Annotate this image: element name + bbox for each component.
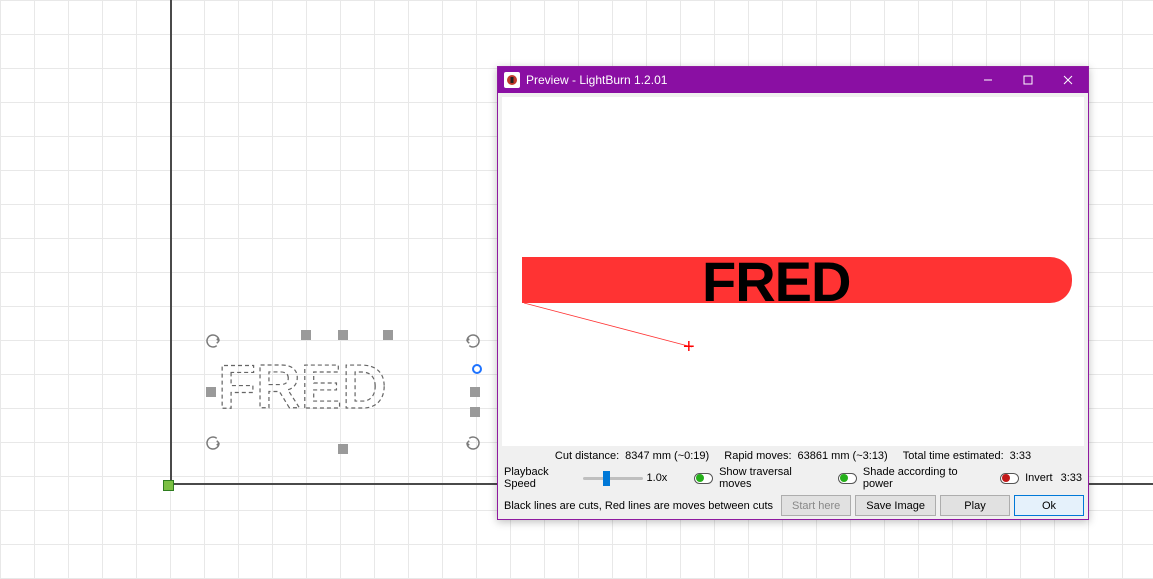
rotate-handle-tl-icon[interactable]: [204, 332, 222, 350]
hint-text: Black lines are cuts, Red lines are move…: [502, 500, 777, 512]
stats-row: Cut distance: 8347 mm (~0:19) Rapid move…: [498, 448, 1088, 464]
resize-handle-top[interactable]: [338, 330, 348, 340]
preview-window: Preview - LightBurn 1.2.01 FRED + Cut di…: [497, 66, 1089, 520]
window-title: Preview - LightBurn 1.2.01: [526, 73, 968, 87]
rotate-handle-br-icon[interactable]: [464, 434, 482, 452]
resize-handle-top2[interactable]: [301, 330, 311, 340]
origin-cross-icon: +: [683, 337, 695, 357]
preview-viewport[interactable]: FRED +: [502, 97, 1084, 446]
button-bar: Black lines are cuts, Red lines are move…: [498, 492, 1088, 519]
minimize-button[interactable]: [968, 67, 1008, 93]
playback-speed-value: 1.0x: [647, 472, 668, 484]
resize-handle-bottom[interactable]: [338, 444, 348, 454]
toggle-shade-label: Shade according to power: [863, 466, 983, 490]
total-time-value: 3:33: [1010, 450, 1031, 462]
rapid-moves-value: 63861 mm (~3:13): [798, 450, 888, 462]
selected-text-outline: FRED: [218, 350, 468, 430]
resize-handle-left[interactable]: [206, 387, 216, 397]
time-readout: 3:33: [1061, 472, 1082, 484]
selected-object[interactable]: FRED: [218, 342, 468, 442]
text-cursor-anchor[interactable]: [472, 364, 482, 374]
close-button[interactable]: [1048, 67, 1088, 93]
toggle-invert[interactable]: [1000, 473, 1019, 484]
controls-row: Playback Speed 1.0x Show traversal moves…: [498, 464, 1088, 492]
ok-button[interactable]: Ok: [1014, 495, 1084, 516]
toggle-traversal-label: Show traversal moves: [719, 466, 820, 490]
start-here-button[interactable]: Start here: [781, 495, 851, 516]
total-time-label: Total time estimated:: [903, 450, 1004, 462]
ruler-vertical: [170, 0, 172, 485]
toggle-shade[interactable]: [838, 473, 857, 484]
cut-distance-value: 8347 mm (~0:19): [625, 450, 709, 462]
play-button[interactable]: Play: [940, 495, 1010, 516]
resize-handle-top3[interactable]: [383, 330, 393, 340]
playback-speed-slider[interactable]: [583, 477, 643, 480]
resize-handle-right2[interactable]: [470, 407, 480, 417]
origin-marker[interactable]: [163, 480, 174, 491]
rapid-moves-label: Rapid moves:: [724, 450, 791, 462]
traversal-line: [524, 303, 692, 347]
rotate-handle-tr-icon[interactable]: [464, 332, 482, 350]
toggle-invert-label: Invert: [1025, 472, 1053, 484]
toggle-traversal[interactable]: [694, 473, 713, 484]
save-image-button[interactable]: Save Image: [855, 495, 936, 516]
app-icon: [504, 72, 520, 88]
cut-distance-label: Cut distance:: [555, 450, 619, 462]
titlebar[interactable]: Preview - LightBurn 1.2.01: [498, 67, 1088, 93]
selected-text: FRED: [218, 353, 387, 422]
rotate-handle-bl-icon[interactable]: [204, 434, 222, 452]
playback-speed-label: Playback Speed: [504, 466, 579, 490]
maximize-button[interactable]: [1008, 67, 1048, 93]
resize-handle-right[interactable]: [470, 387, 480, 397]
